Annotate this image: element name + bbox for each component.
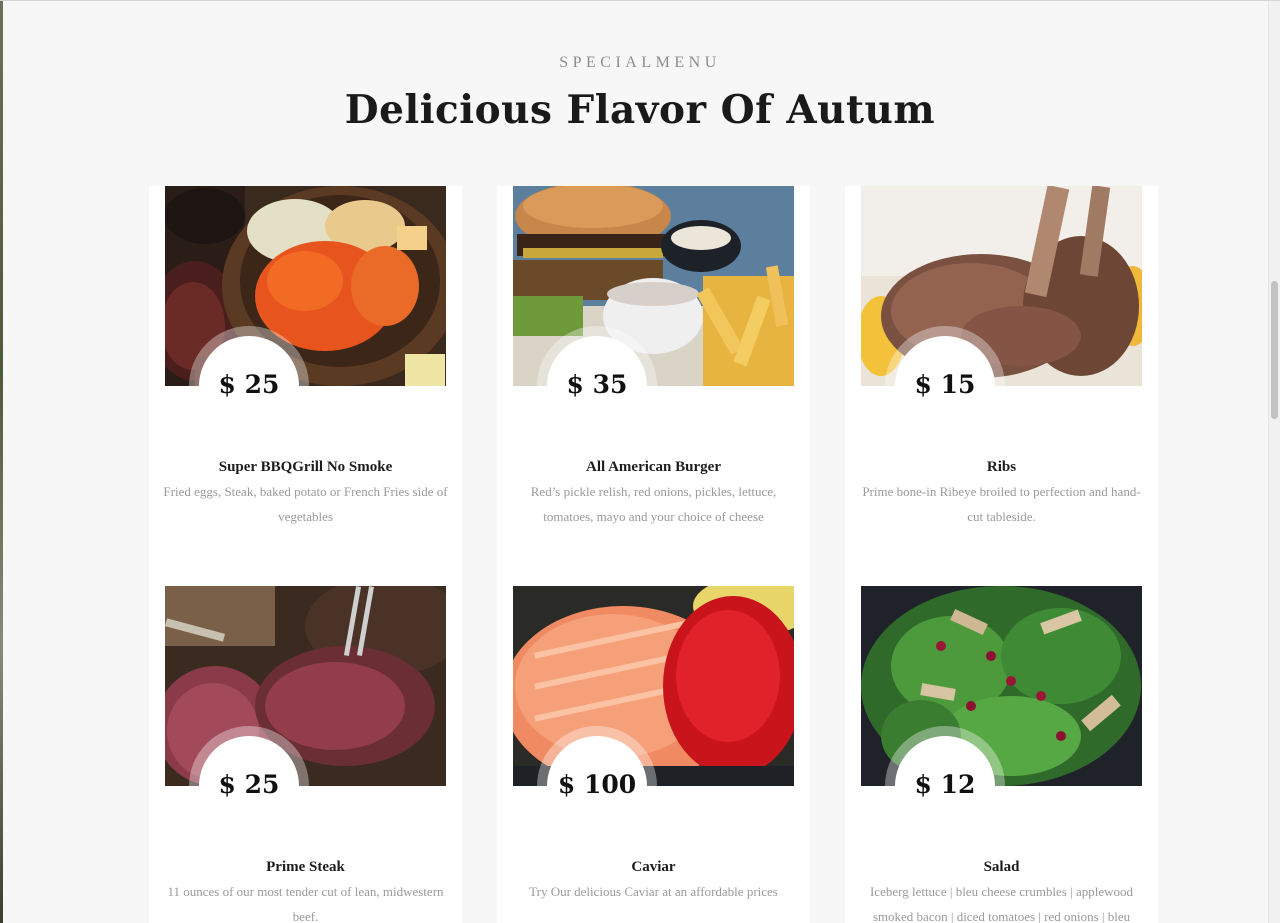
- section-eyebrow: SPECIALMENU: [559, 54, 721, 71]
- item-name[interactable]: Caviar: [497, 859, 810, 876]
- price-label: $ 25: [218, 770, 280, 799]
- item-description: Red’s pickle relish, red onions, pickles…: [530, 484, 777, 524]
- window-edge: [0, 1, 3, 923]
- price-label: $ 100: [557, 770, 637, 799]
- menu-card[interactable]: $ 100 Caviar Try Our delicious Caviar at…: [497, 586, 810, 923]
- item-description: Prime bone-in Ribeye broiled to perfecti…: [862, 484, 1141, 524]
- item-name[interactable]: Super BBQGrill No Smoke: [149, 459, 462, 476]
- item-description: Iceberg lettuce | bleu cheese crumbles |…: [869, 884, 1134, 923]
- item-name[interactable]: Ribs: [845, 459, 1158, 476]
- item-name[interactable]: Salad: [845, 859, 1158, 876]
- page: SPECIALMENU Delicious Flavor Of Autum $ …: [0, 0, 1280, 923]
- item-name[interactable]: All American Burger: [497, 459, 810, 476]
- price-label: $ 25: [218, 370, 280, 399]
- item-description: Fried eggs, Steak, baked potato or Frenc…: [163, 484, 448, 524]
- price-label: $ 12: [914, 770, 976, 799]
- scrollbar-thumb[interactable]: [1271, 281, 1278, 419]
- item-description: 11 ounces of our most tender cut of lean…: [167, 884, 444, 923]
- price-label: $ 15: [914, 370, 976, 399]
- page-scrollbar[interactable]: [1268, 1, 1280, 923]
- item-description: Try Our delicious Caviar at an affordabl…: [529, 884, 778, 899]
- price-label: $ 35: [566, 370, 628, 399]
- menu-card[interactable]: $ 25 Prime Steak 11 ounces of our most t…: [149, 586, 462, 923]
- menu-card[interactable]: $ 12 Salad Iceberg lettuce | bleu cheese…: [845, 586, 1158, 923]
- item-name[interactable]: Prime Steak: [149, 859, 462, 876]
- section-title: Delicious Flavor Of Autum: [344, 87, 936, 133]
